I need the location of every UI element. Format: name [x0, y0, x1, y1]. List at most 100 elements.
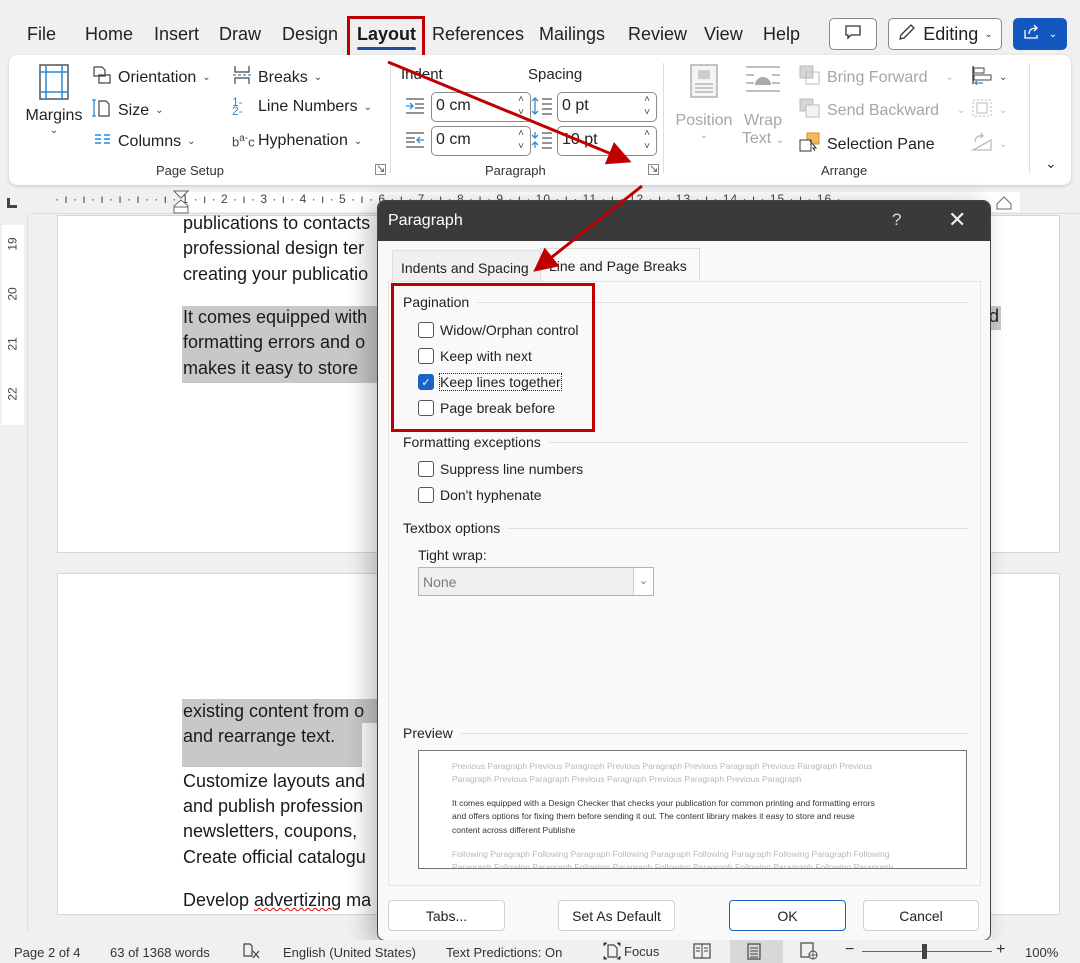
tab-line-and-page-breaks[interactable]: Line and Page Breaks [540, 248, 700, 282]
indent-right-input[interactable]: 0 cm ˄ ˅ [431, 126, 531, 156]
share-button[interactable]: ⌄ [1013, 18, 1067, 50]
page-setup-launcher-icon[interactable]: ↘ [375, 164, 386, 175]
send-backward-button[interactable]: Send Backward ⌄ [799, 98, 965, 123]
tab-design[interactable]: Design [282, 24, 338, 45]
chevron-down-icon: ⌄ [945, 72, 954, 83]
bring-forward-button[interactable]: Bring Forward ⌄ [799, 65, 954, 90]
spinner-arrows-icon[interactable]: ˄ ˅ [644, 127, 650, 153]
set-as-default-button[interactable]: Set As Default [558, 900, 675, 931]
ruler-number: 19 [5, 237, 20, 251]
preview-following-line: Following Paragraph Following Paragraph … [452, 849, 890, 859]
focus-icon [603, 942, 621, 960]
tight-wrap-select[interactable]: None ⌄ [418, 567, 654, 596]
doc-text: Develop [183, 890, 255, 910]
align-icon [971, 65, 993, 90]
group-icon [971, 98, 993, 123]
spinner-arrows-icon[interactable]: ˄ ˅ [644, 93, 650, 119]
preview-following-line: Paragraph Following Paragraph Following … [452, 862, 894, 869]
line-numbers-button[interactable]: 1- 2- Line Numbers ⌄ [232, 95, 372, 118]
close-icon[interactable]: ✕ [948, 207, 966, 233]
comments-button[interactable] [829, 18, 877, 50]
tab-help[interactable]: Help [763, 24, 800, 45]
spacing-label: Spacing [528, 66, 583, 83]
wrap-text-button[interactable]: Wrap Text ⌄ [738, 63, 788, 148]
spacing-after-input[interactable]: 10 pt ˄ ˅ [557, 126, 657, 156]
chevron-down-icon: ⌄ [984, 28, 993, 40]
tab-home[interactable]: Home [85, 24, 133, 45]
chevron-down-icon: ⌄ [699, 130, 709, 141]
spacing-before-input[interactable]: 0 pt ˄ ˅ [557, 92, 657, 122]
cancel-button[interactable]: Cancel [863, 900, 979, 931]
paragraph-launcher-icon[interactable]: ↘ [648, 164, 659, 175]
columns-button[interactable]: Columns ⌄ [94, 132, 196, 151]
tab-draw[interactable]: Draw [219, 24, 261, 45]
vertical-ruler[interactable]: 19 20 21 22 [0, 215, 28, 931]
dialog-titlebar[interactable]: Paragraph ? ✕ [378, 201, 990, 241]
chevron-down-icon: ⌄ [1048, 28, 1058, 40]
hyphenation-icon: ba-c [232, 132, 255, 150]
preview-previous-line: Paragraph Previous Paragraph Previous Pa… [452, 774, 802, 784]
group-button[interactable]: ⌄ [971, 98, 1007, 123]
zoom-level[interactable]: 100% [1025, 945, 1058, 960]
tab-file[interactable]: File [27, 24, 56, 45]
tab-insert[interactable]: Insert [154, 24, 199, 45]
zoom-slider-track[interactable] [862, 951, 992, 952]
preview-previous-line: Previous Paragraph Previous Paragraph Pr… [452, 761, 873, 771]
chevron-down-icon[interactable]: ⌄ [633, 568, 653, 595]
tab-selector-icon[interactable] [7, 198, 17, 208]
tab-references[interactable]: References [432, 24, 524, 45]
language-status[interactable]: English (United States) [283, 945, 416, 960]
right-indent-marker-icon[interactable] [996, 196, 1012, 215]
zoom-slider-thumb[interactable] [922, 944, 927, 959]
dialog-title: Paragraph [388, 212, 463, 229]
tabs-button[interactable]: Tabs... [388, 900, 505, 931]
margins-button[interactable]: Margins ⌄ [24, 63, 84, 148]
zoom-in-button[interactable]: + [996, 941, 1005, 959]
chevron-down-icon: ⌄ [49, 125, 59, 136]
print-layout-icon[interactable] [747, 943, 761, 963]
proofing-icon[interactable] [242, 942, 262, 963]
chevron-down-icon: ⌄ [999, 105, 1008, 116]
help-button[interactable]: ? [892, 210, 901, 230]
indent-left-input[interactable]: 0 cm ˄ ˅ [431, 92, 531, 122]
read-mode-icon[interactable] [693, 943, 711, 962]
align-button[interactable]: ⌄ [971, 65, 1007, 90]
line-numbers-icon: 1- 2- [232, 95, 243, 118]
misspelled-word[interactable]: advertizing [254, 890, 341, 910]
ok-button[interactable]: OK [729, 900, 846, 931]
tab-indents-and-spacing[interactable]: Indents and Spacing [392, 250, 542, 282]
suppress-line-numbers-checkbox[interactable]: Suppress line numbers [418, 461, 583, 477]
position-button[interactable]: Position ⌄ [674, 63, 734, 141]
checkbox-icon[interactable] [418, 487, 434, 503]
tab-view[interactable]: View [704, 24, 743, 45]
breaks-button[interactable]: Breaks ⌄ [232, 65, 322, 90]
size-button[interactable]: Size ⌄ [92, 98, 164, 123]
spinner-arrows-icon[interactable]: ˄ ˅ [518, 93, 524, 119]
spacing-after-icon [531, 131, 553, 154]
orientation-icon [92, 65, 112, 90]
page-count[interactable]: Page 2 of 4 [14, 945, 81, 960]
selection-pane-button[interactable]: Selection Pane [799, 132, 935, 157]
tab-mailings[interactable]: Mailings [539, 24, 605, 45]
dont-hyphenate-checkbox[interactable]: Don't hyphenate [418, 487, 542, 503]
wrap-text-label-2: Text ⌄ [741, 130, 785, 147]
rotate-button[interactable]: ⌄ [970, 132, 1007, 157]
doc-text-line: newsletters, coupons, [183, 821, 358, 841]
wrap-text-label: Wrap [744, 112, 782, 129]
focus-button[interactable]: Focus [603, 942, 659, 960]
orientation-button[interactable]: Orientation ⌄ [92, 65, 211, 90]
tab-review[interactable]: Review [628, 24, 687, 45]
hyphenation-button[interactable]: ba-c Hyphenation ⌄ [232, 132, 362, 150]
editing-mode-button[interactable]: Editing ⌄ [888, 18, 1002, 50]
pencil-icon [897, 22, 917, 47]
spinner-arrows-icon[interactable]: ˄ ˅ [518, 127, 524, 153]
zoom-out-button[interactable]: − [845, 941, 854, 959]
tight-wrap-value: None [423, 574, 457, 590]
text-predictions-status[interactable]: Text Predictions: On [446, 945, 562, 960]
margins-icon [38, 63, 70, 101]
selection-pane-label: Selection Pane [827, 135, 935, 153]
word-count[interactable]: 63 of 1368 words [110, 945, 210, 960]
web-layout-icon[interactable] [800, 942, 818, 963]
checkbox-icon[interactable] [418, 461, 434, 477]
collapse-ribbon-icon[interactable]: ⌄ [1045, 155, 1057, 172]
